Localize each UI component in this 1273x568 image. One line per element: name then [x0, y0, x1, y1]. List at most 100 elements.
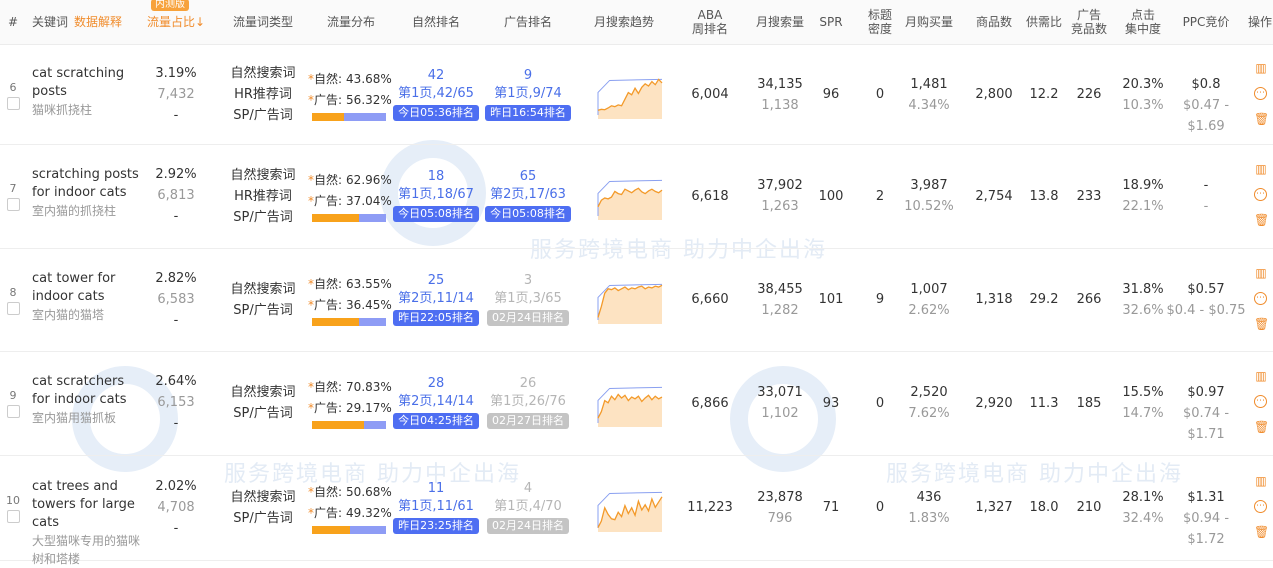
monthly-trend-sparkline[interactable]: [596, 274, 666, 330]
ppc-bid: $1.31 $0.94 - $1.72: [1164, 487, 1248, 550]
dist-natural-value: 70.83%: [346, 380, 392, 394]
dist-ad-label: 广告:: [314, 505, 343, 520]
dist-ad-value: 37.04%: [346, 194, 392, 208]
col-index: #: [7, 15, 19, 29]
title-density-value: 0: [875, 500, 885, 515]
monthly-search: 23,878 796: [746, 487, 814, 529]
product-count-value: 2,800: [975, 87, 1013, 102]
ad-competitors-value: 266: [1076, 292, 1102, 307]
monthly-trend-sparkline[interactable]: [596, 482, 666, 538]
keyword-en[interactable]: cat trees and towers for large cats: [32, 478, 142, 532]
delete-icon[interactable]: 🗑: [1254, 213, 1269, 227]
ppc-bid-value: $1.31: [1187, 489, 1225, 505]
col-aba-l2: 周排名: [691, 22, 728, 36]
dist-bar: [312, 525, 386, 534]
organic-rank-number[interactable]: 25: [388, 272, 484, 290]
dist-natural: *自然: 70.83%: [308, 377, 394, 398]
title-density: 2: [862, 186, 898, 207]
keyword-type: SP/广告词: [233, 209, 293, 225]
keyword-en[interactable]: cat tower for indoor cats: [32, 270, 142, 306]
delete-icon[interactable]: 🗑: [1254, 420, 1269, 434]
data-explain-link[interactable]: 数据解释: [74, 15, 122, 29]
dist-natural-label: 自然:: [314, 71, 343, 86]
monthly-search-value: 37,902: [757, 178, 803, 193]
title-density: 0: [862, 84, 898, 105]
keyword-en[interactable]: scratching posts for indoor cats: [32, 166, 142, 202]
monthly-search-sub: 1,263: [761, 199, 799, 214]
ad-rank-page: 第2页,17/63: [490, 187, 566, 202]
more-options-icon[interactable]: ⋯: [1254, 499, 1267, 513]
chart-icon[interactable]: ▥: [1254, 266, 1268, 280]
click-concentration-value: 18.9%: [1122, 178, 1164, 193]
col-click-conc: 点击 集中度: [1118, 0, 1168, 44]
monthly-trend-sparkline[interactable]: [596, 377, 666, 433]
monthly-buy: 436 1.83%: [900, 487, 958, 529]
delete-icon[interactable]: 🗑: [1254, 317, 1269, 331]
dist-natural-value: 50.68%: [346, 484, 392, 499]
supply-demand: 13.8: [1022, 186, 1066, 207]
row-checkbox[interactable]: [7, 96, 20, 110]
share-extra: -: [173, 312, 179, 328]
keyword-en[interactable]: cat scratchers for indoor cats: [32, 373, 142, 409]
spr: 100: [814, 186, 848, 207]
spr-value: 71: [822, 500, 840, 515]
more-options-icon[interactable]: ⋯: [1254, 291, 1267, 305]
keyword-en[interactable]: cat scratching posts: [32, 65, 142, 101]
organic-rank-time-tag: 昨日23:25排名: [393, 517, 479, 534]
row-checkbox[interactable]: [7, 405, 20, 418]
more-options-icon[interactable]: ⋯: [1254, 395, 1267, 408]
dist-natural-value: 43.68%: [346, 71, 392, 86]
ad-rank-number[interactable]: 3: [480, 272, 576, 290]
title-density-value: 9: [875, 292, 885, 307]
ad-rank-number[interactable]: 65: [480, 168, 576, 186]
chart-icon[interactable]: ▥: [1254, 162, 1268, 176]
col-ad-l1: 广告: [1076, 8, 1101, 22]
more-options-icon[interactable]: ⋯: [1254, 188, 1267, 201]
col-share[interactable]: 内测版 流量占比 ↓: [145, 0, 207, 44]
monthly-trend-sparkline[interactable]: [596, 170, 666, 226]
delete-icon[interactable]: 🗑: [1254, 525, 1269, 539]
organic-rank-number[interactable]: 11: [388, 480, 484, 498]
organic-rank-number[interactable]: 42: [388, 67, 484, 85]
aba-rank: 6,004: [680, 84, 740, 105]
dist-ad-value: 56.32%: [346, 92, 392, 107]
organic-rank-cell: 25 第2页,11/14 昨日22:05排名: [388, 272, 484, 327]
keyword-zh: 猫咪抓挠柱: [32, 102, 93, 117]
aba-rank-value: 6,004: [691, 87, 729, 102]
ad-rank-page: 第1页,26/76: [490, 394, 566, 409]
organic-rank-number[interactable]: 18: [388, 168, 484, 186]
ad-rank-number[interactable]: 26: [480, 375, 576, 393]
more-options-icon[interactable]: ⋯: [1254, 86, 1267, 100]
organic-rank-number[interactable]: 28: [388, 375, 484, 393]
table-row: 10 cat trees and towers for large cats 大型猫…: [0, 455, 1273, 566]
aba-rank: 6,866: [680, 393, 740, 414]
chart-icon[interactable]: ▥: [1254, 369, 1268, 383]
chart-icon[interactable]: ▥: [1254, 474, 1268, 488]
ad-rank-number[interactable]: 4: [480, 480, 576, 498]
organic-rank-cell: 11 第1页,11/61 昨日23:25排名: [388, 480, 484, 535]
traffic-share-cell: 2.02% 4,708 -: [145, 476, 207, 539]
table-row: 7 scratching posts for indoor cats 室内猫的抓挠柱…: [0, 144, 1273, 249]
organic-rank-page: 第2页,14/14: [398, 394, 474, 409]
title-density: 9: [862, 289, 898, 310]
delete-icon[interactable]: 🗑: [1254, 112, 1269, 126]
chart-icon[interactable]: ▥: [1254, 61, 1268, 75]
ppc-bid-sub: $0.74 - $1.71: [1182, 406, 1230, 442]
ad-competitors: 226: [1066, 84, 1112, 105]
aba-rank-value: 6,660: [691, 292, 729, 307]
row-checkbox[interactable]: [7, 198, 20, 211]
ad-rank-page: 第1页,4/70: [494, 498, 562, 514]
spr-value: 96: [822, 87, 840, 102]
col-ad: 广告排名: [503, 15, 552, 29]
monthly-trend-sparkline[interactable]: [596, 69, 666, 125]
click-concentration-value: 31.8%: [1122, 281, 1164, 297]
row-actions: ▥ ⋯ 🗑: [1254, 162, 1270, 239]
row-checkbox[interactable]: [7, 301, 20, 315]
keyword-type: 自然搜索词: [230, 385, 296, 400]
row-checkbox[interactable]: [7, 509, 20, 523]
dist-ad: *广告: 36.45%: [308, 295, 394, 316]
keyword-type: HR推荐词: [234, 188, 292, 204]
ad-rank-number[interactable]: 9: [480, 67, 576, 85]
supply-demand: 11.3: [1022, 393, 1066, 414]
dist-ad: *广告: 49.32%: [308, 503, 394, 524]
